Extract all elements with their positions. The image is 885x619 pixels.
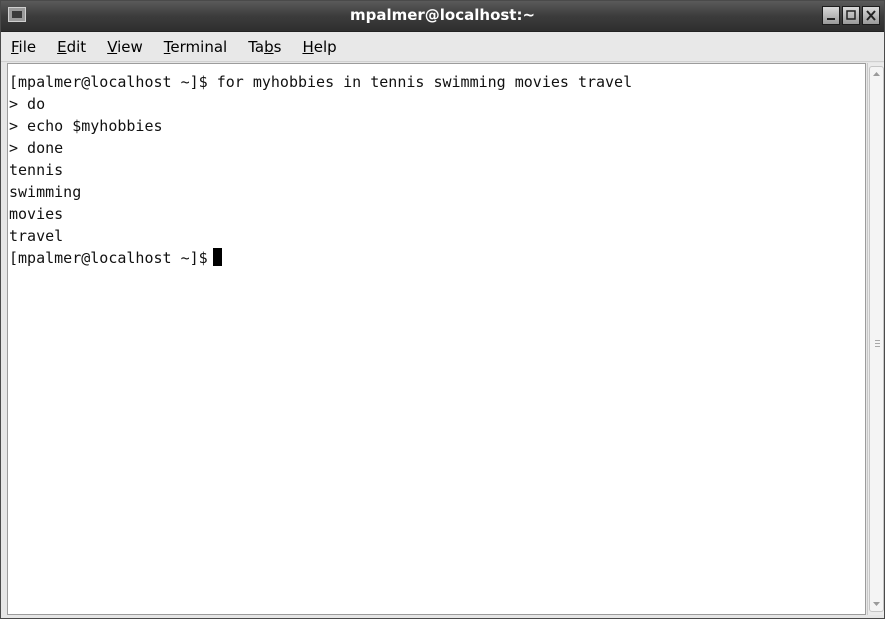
arrow-up-icon[interactable] [870, 68, 883, 81]
terminal-line: swimming [9, 183, 82, 201]
menu-tabs-rest: s [273, 37, 282, 56]
menu-file-mnemonic: F [11, 37, 19, 56]
close-icon [866, 10, 876, 21]
menu-terminal[interactable]: Terminal [162, 36, 229, 58]
terminal-line: > do [9, 95, 46, 113]
arrow-down-icon[interactable] [870, 597, 883, 610]
grip-icon [875, 340, 880, 349]
menu-bar: File Edit View Terminal Tabs Help [1, 32, 884, 62]
text-cursor [212, 248, 222, 266]
menu-help-rest: elp [313, 37, 337, 56]
menu-help[interactable]: Help [300, 36, 338, 58]
menu-tabs-pre: Ta [248, 37, 265, 56]
menu-edit[interactable]: Edit [55, 36, 88, 58]
menu-view-rest: iew [117, 37, 143, 56]
menu-view-mnemonic: V [107, 37, 118, 56]
menu-terminal-rest: erminal [170, 37, 228, 56]
maximize-button[interactable] [842, 6, 860, 25]
window-title: mpalmer@localhost:~ [349, 6, 536, 24]
vertical-scrollbar[interactable] [867, 63, 884, 615]
terminal-line: > done [9, 139, 64, 157]
menu-file-rest: ile [18, 37, 37, 56]
title-bar[interactable]: mpalmer@localhost:~ [1, 1, 884, 32]
menu-help-mnemonic: H [302, 37, 314, 56]
terminal-line: travel [9, 227, 64, 245]
menu-edit-mnemonic: E [57, 37, 67, 56]
menu-edit-rest: dit [66, 37, 87, 56]
terminal-window: mpalmer@localhost:~ File Edit View Termi… [0, 0, 885, 619]
menu-tabs[interactable]: Tabs [246, 36, 283, 58]
menu-file[interactable]: File [9, 36, 38, 58]
shell-prompt: [mpalmer@localhost ~]$ [9, 249, 208, 267]
scroll-thumb[interactable] [869, 66, 884, 612]
minimize-icon [827, 18, 835, 20]
menu-view[interactable]: View [105, 36, 145, 58]
menu-tabs-mnemonic: b [264, 37, 274, 56]
terminal-output[interactable]: [mpalmer@localhost ~]$ for myhobbies in … [7, 63, 866, 615]
terminal-prompt-line[interactable]: [mpalmer@localhost ~]$ [9, 247, 632, 269]
window-controls [822, 6, 880, 26]
terminal-line: [mpalmer@localhost ~]$ for myhobbies in … [9, 73, 633, 91]
terminal-line: > echo $myhobbies [9, 117, 163, 135]
terminal-lines: [mpalmer@localhost ~]$ for myhobbies in … [9, 71, 632, 269]
maximize-icon [846, 10, 856, 20]
minimize-button[interactable] [822, 6, 840, 25]
close-button[interactable] [862, 6, 880, 25]
terminal-line: movies [9, 205, 64, 223]
terminal-line: tennis [9, 161, 64, 179]
